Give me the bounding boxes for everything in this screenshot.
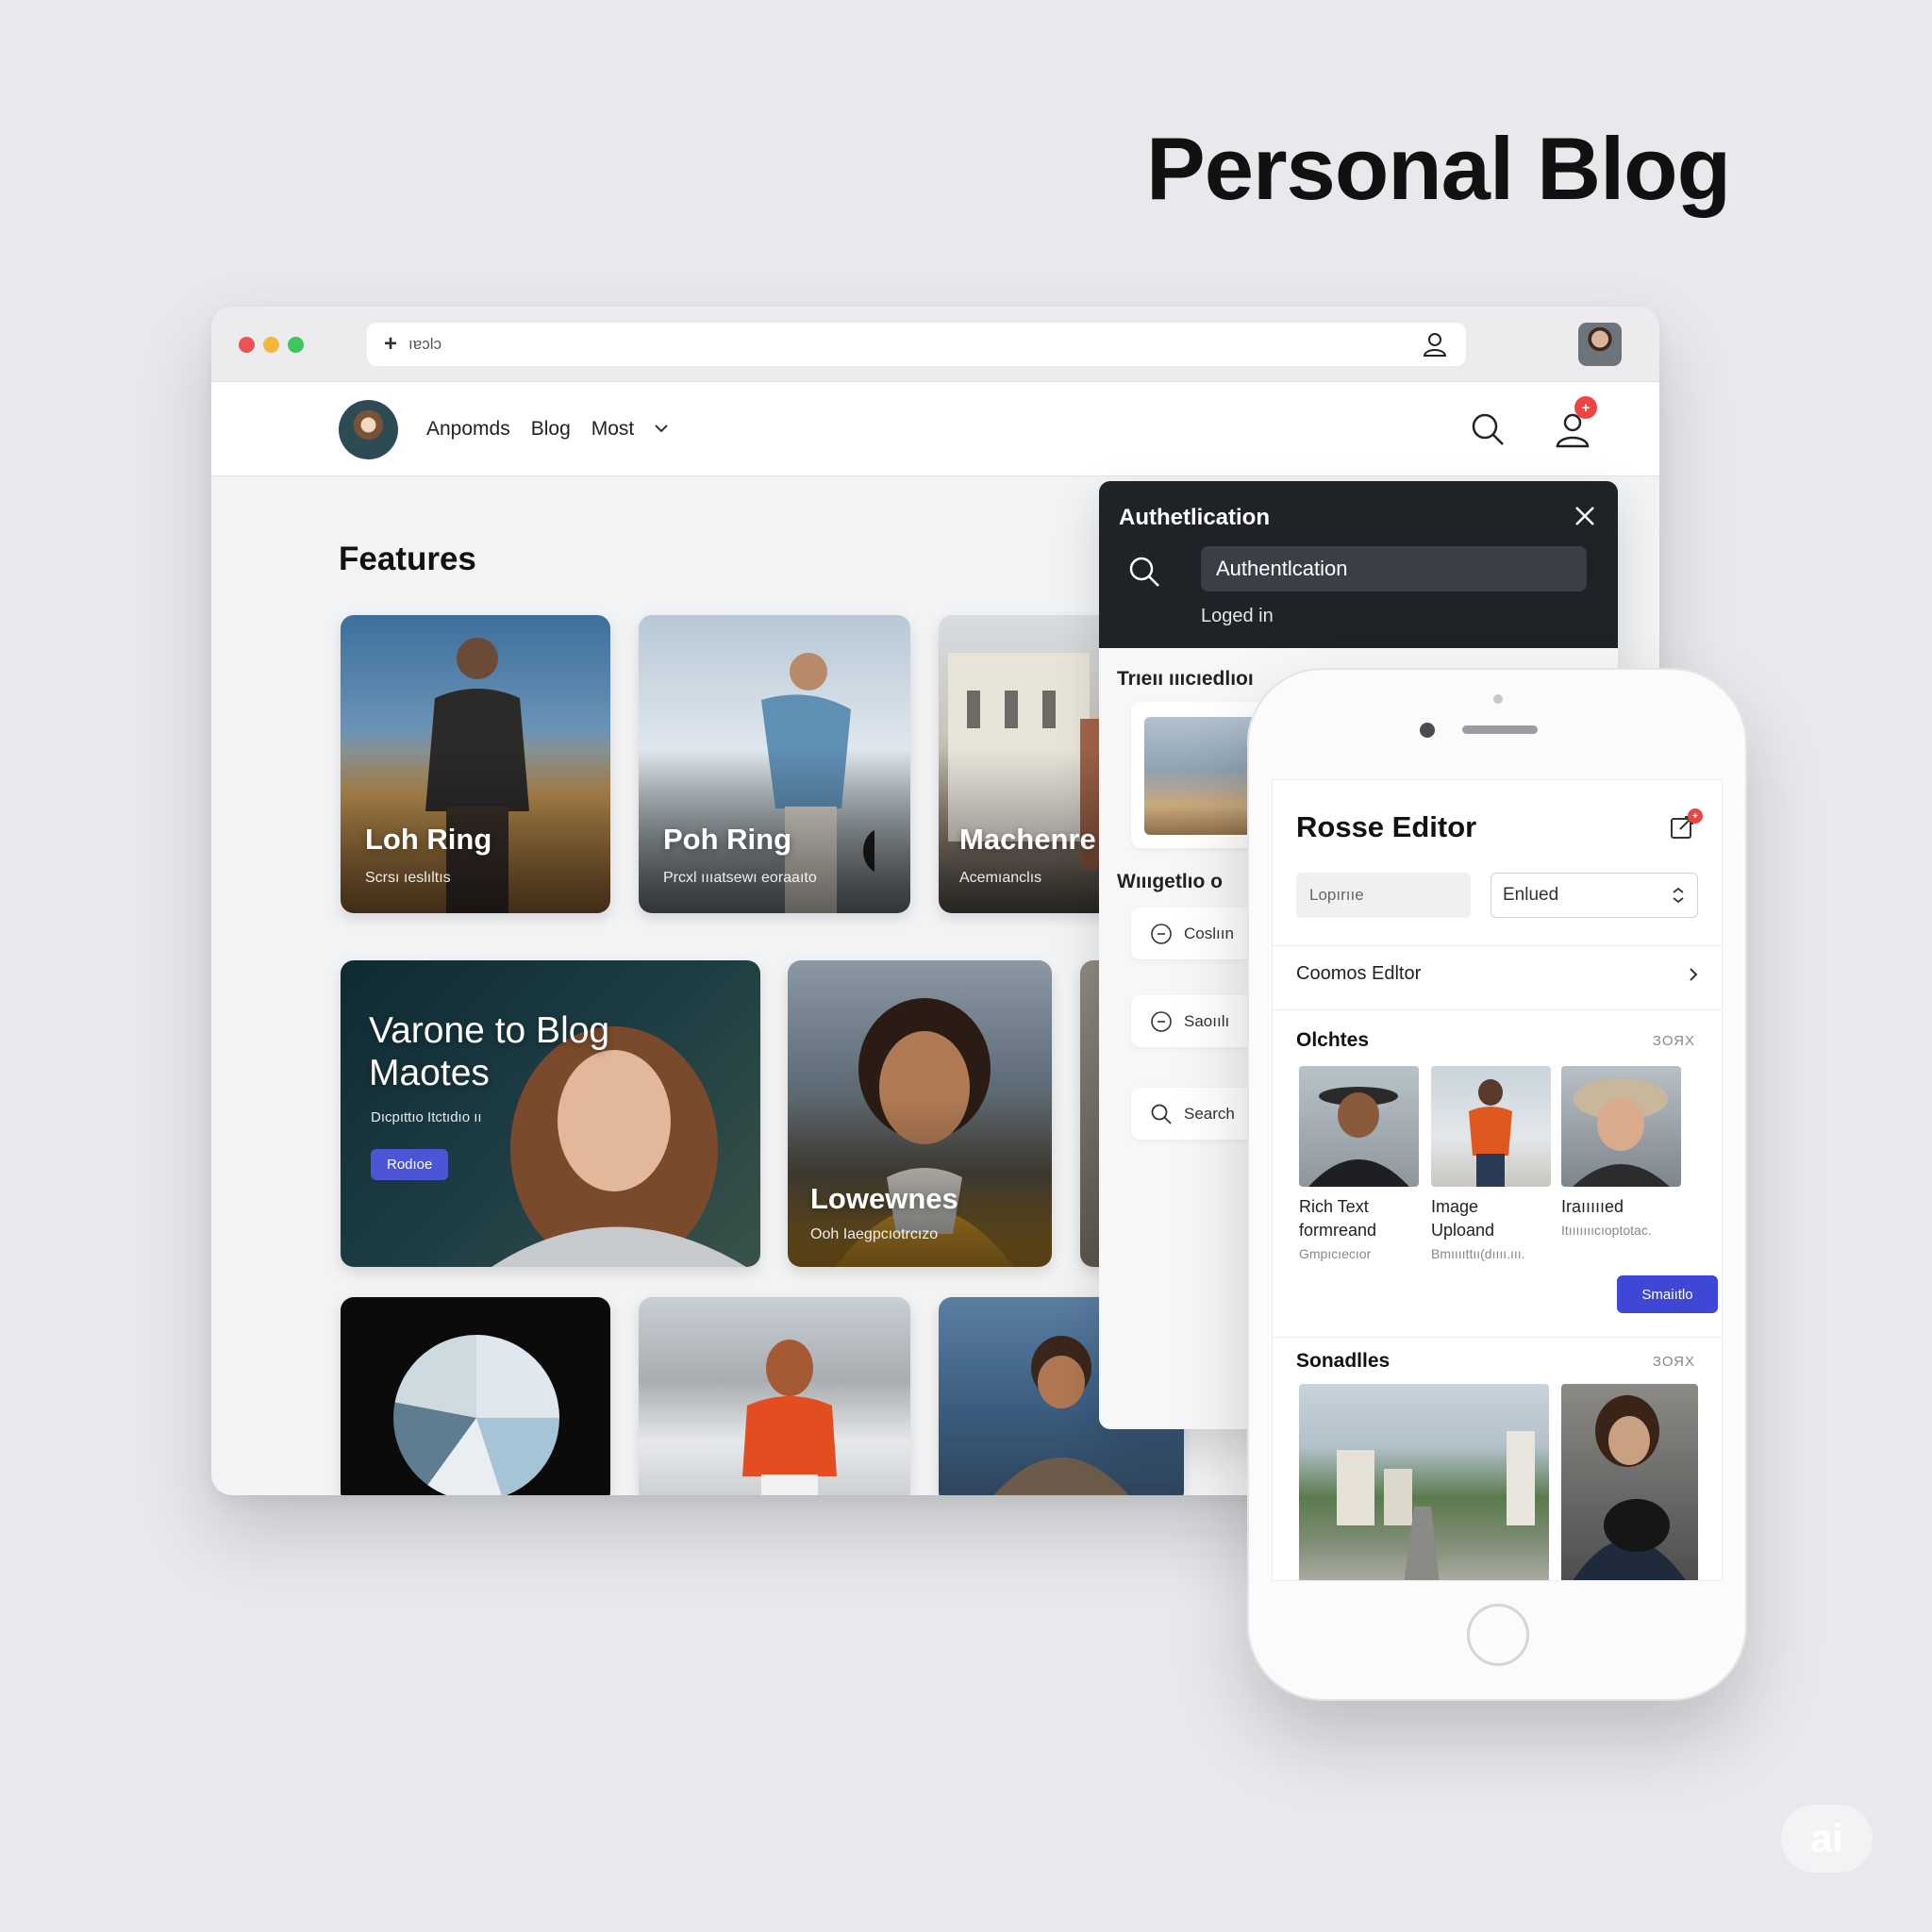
search-icon[interactable] — [1469, 410, 1507, 448]
card-title: Lowewnes — [810, 1182, 958, 1215]
window-close-dot[interactable] — [239, 337, 255, 353]
featured-post-subtitle: Dıcpıttıo Itctıdıo ıı — [371, 1109, 482, 1125]
select-arrows-icon — [1673, 887, 1684, 904]
editor-action-button[interactable]: Smaiıtlo — [1617, 1275, 1718, 1313]
auth-search-input[interactable]: Authentlcation — [1201, 546, 1587, 591]
phone-sensor — [1493, 694, 1503, 704]
auth-section-title: Trıeıı ıııcıedlıoı — [1117, 668, 1254, 690]
notification-badge[interactable]: + — [1574, 396, 1597, 419]
person-photo — [1308, 1087, 1409, 1187]
read-more-button[interactable]: Rodıoe — [371, 1149, 449, 1180]
card-subtitle: Ooh Iaegpcıotrcızo — [810, 1226, 939, 1242]
phone-speaker — [1462, 725, 1538, 734]
auth-section-title: Wıııgetlıo o — [1117, 871, 1223, 892]
card-title: Loh Ring — [365, 823, 492, 856]
site-logo-avatar[interactable] — [339, 400, 398, 459]
divider — [1273, 1009, 1722, 1010]
featured-post-title: Varone to Blog Maotes — [369, 1010, 610, 1093]
ai-watermark: ai — [1781, 1805, 1873, 1873]
auth-option-label: Search — [1184, 1104, 1235, 1123]
search-icon — [1151, 1104, 1172, 1124]
chevron-right-icon — [1690, 967, 1698, 981]
phone-home-button[interactable] — [1467, 1604, 1529, 1666]
tile-caption: Image Uploand Bmııııttıı(dıııı.ııı. — [1431, 1195, 1525, 1266]
feature-card[interactable] — [341, 1297, 610, 1495]
person-photo — [1573, 1078, 1670, 1187]
editor-section-count: ЗОЯХ — [1652, 1354, 1695, 1370]
card-subtitle: Scrsı ıeslıltıs — [365, 870, 451, 886]
editor-input[interactable]: Lopırııe — [1296, 873, 1471, 918]
editor-menu-row-label: Coomos Edltor — [1296, 963, 1422, 984]
person-photo — [742, 1340, 837, 1495]
divider — [1273, 945, 1722, 946]
login-status: Loged in — [1201, 606, 1274, 626]
nav-links: Anpomds Blog Most — [426, 418, 672, 441]
feature-card[interactable] — [639, 1297, 910, 1495]
browser-chrome: + ıɐɔlɔ — [211, 307, 1659, 382]
tile-caption-line: Image — [1431, 1197, 1479, 1216]
tile-image[interactable] — [1431, 1066, 1551, 1187]
tile-image[interactable] — [1561, 1066, 1681, 1187]
site-navbar: Anpomds Blog Most + — [211, 382, 1659, 476]
editor-select-value: Enlued — [1503, 885, 1559, 905]
feature-card[interactable]: Loh Ring Scrsı ıeslıltıs — [341, 615, 610, 913]
auth-option-label: Coslıın — [1184, 924, 1234, 942]
person-photo — [1469, 1079, 1512, 1187]
page-hero-title: Personal Blog — [1146, 119, 1731, 218]
nav-link-anpomds[interactable]: Anpomds — [426, 418, 510, 441]
address-text: ıɐɔlɔ — [408, 335, 441, 353]
phone-screen: Rosse Editor + Lopırııe Enlued Coomos Ed… — [1272, 779, 1723, 1581]
auth-option-label: Saoıılı — [1184, 1011, 1230, 1030]
chevron-down-icon[interactable] — [651, 418, 672, 439]
editor-menu-row[interactable]: Coomos Edltor — [1296, 963, 1700, 985]
card-title: Machenre — [959, 823, 1096, 856]
divider — [1273, 1337, 1722, 1338]
feature-card[interactable]: Poh Ring Prcxl ıııatsewı eoraaıto — [639, 615, 910, 913]
tile-caption-line: Uploand — [1431, 1221, 1495, 1240]
tile-caption-line: Rich Text — [1299, 1197, 1369, 1216]
editor-section-count: ЗОЯХ — [1652, 1033, 1695, 1049]
user-icon[interactable] — [1421, 330, 1449, 358]
tile-caption-line: Iraıııııed — [1561, 1197, 1624, 1216]
nav-link-blog[interactable]: Blog — [531, 418, 571, 441]
tile-caption: Rich Text formreand Gmpıcıecıor — [1299, 1195, 1376, 1266]
city-buildings-photo — [1337, 1431, 1535, 1580]
card-subtitle: Prcxl ıııatsewı eoraaıto — [663, 870, 817, 886]
tile-caption-line: formreand — [1299, 1221, 1377, 1240]
phone-camera — [1420, 723, 1435, 738]
editor-title: Rosse Editor — [1296, 810, 1477, 843]
new-tab-plus-icon[interactable]: + — [384, 331, 397, 358]
auth-panel-header: Authetlication Authentlcation Loged in — [1099, 481, 1618, 648]
close-icon[interactable] — [1571, 502, 1599, 530]
profile-avatar[interactable] — [1578, 323, 1622, 366]
clock-icon — [1151, 1010, 1172, 1032]
person-with-dog-photo — [1573, 1395, 1686, 1580]
editor-badge: + — [1688, 808, 1703, 824]
featured-post-card[interactable]: Varone to Blog Maotes Dıcpıttıo Itctıdıo… — [341, 960, 760, 1267]
person-photo-tile[interactable] — [1561, 1384, 1698, 1580]
clock-icon — [1151, 923, 1172, 944]
card-subtitle: Acemıanclıs — [959, 870, 1042, 886]
editor-section-title: Sonadlles — [1296, 1350, 1391, 1372]
search-icon[interactable] — [1127, 555, 1161, 589]
editor-section-title: Olchtes — [1296, 1029, 1370, 1051]
tile-caption: Iraıııııed Itıııııııcıoptotac. — [1561, 1195, 1652, 1242]
tile-caption-detail: Itıııııııcıoptotac. — [1561, 1223, 1652, 1238]
nav-link-most[interactable]: Most — [591, 418, 635, 441]
card-title: Poh Ring — [663, 823, 792, 856]
abstract-disc-photo — [393, 1335, 559, 1495]
window-maximize-dot[interactable] — [288, 337, 304, 353]
phone-mockup: Rosse Editor + Lopırııe Enlued Coomos Ed… — [1247, 668, 1747, 1701]
tile-image[interactable] — [1299, 1066, 1419, 1187]
feature-card[interactable]: Lowewnes Ooh Iaegpcıotrcızo — [788, 960, 1052, 1267]
window-minimize-dot[interactable] — [263, 337, 279, 353]
auth-panel-title: Authetlication — [1119, 505, 1270, 530]
tile-caption-detail: Gmpıcıecıor — [1299, 1246, 1372, 1261]
address-bar[interactable]: + ıɐɔlɔ — [367, 323, 1466, 366]
city-landscape-photo[interactable] — [1299, 1384, 1549, 1580]
features-heading: Features — [339, 541, 476, 577]
tile-caption-detail: Bmııııttıı(dıııı.ııı. — [1431, 1246, 1525, 1261]
editor-select[interactable]: Enlued — [1491, 873, 1698, 918]
